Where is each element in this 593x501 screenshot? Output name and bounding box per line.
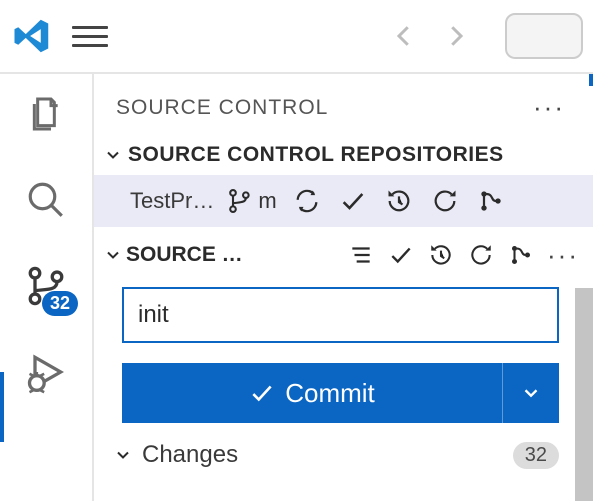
panel-title: SOURCE CONTROL: [116, 96, 527, 120]
refresh-icon[interactable]: [461, 235, 501, 275]
changes-label: Changes: [142, 441, 505, 469]
branch-label: m: [258, 188, 276, 214]
changes-count-badge: 32: [513, 442, 559, 469]
repo-row[interactable]: TestPr… m: [94, 175, 593, 227]
check-icon[interactable]: [381, 235, 421, 275]
refresh-icon[interactable]: [425, 181, 465, 221]
branch-icon[interactable]: [220, 181, 260, 221]
sc-more-icon[interactable]: ···: [541, 240, 585, 271]
history-icon[interactable]: [421, 235, 461, 275]
sc-section-title: SOURCE …: [126, 243, 243, 267]
graph-icon[interactable]: [471, 181, 511, 221]
chevron-down-icon: [102, 244, 124, 266]
search-activity[interactable]: [22, 176, 70, 224]
commit-area: Commit: [94, 283, 593, 423]
sc-section-header[interactable]: SOURCE … ···: [94, 227, 593, 283]
panel-header: SOURCE CONTROL ···: [94, 74, 593, 135]
active-indicator: [0, 372, 4, 442]
panel-more-icon[interactable]: ···: [527, 92, 571, 123]
source-control-panel: SOURCE CONTROL ··· SOURCE CONTROL REPOSI…: [94, 74, 593, 501]
commit-dropdown-button[interactable]: [503, 363, 559, 423]
vscode-logo-icon: [10, 14, 54, 58]
command-center-search[interactable]: [505, 13, 583, 59]
check-icon[interactable]: [333, 181, 373, 221]
activity-bar: 32: [0, 74, 94, 501]
tree-view-icon[interactable]: [341, 235, 381, 275]
chevron-down-icon: [102, 144, 124, 166]
sync-icon[interactable]: [287, 181, 327, 221]
repos-section-header[interactable]: SOURCE CONTROL REPOSITORIES: [94, 135, 593, 175]
graph-icon[interactable]: [501, 235, 541, 275]
chevron-down-icon: [112, 444, 134, 466]
commit-button[interactable]: Commit: [122, 363, 503, 423]
explorer-activity[interactable]: [22, 90, 70, 138]
scm-badge: 32: [42, 291, 78, 316]
repos-section-title: SOURCE CONTROL REPOSITORIES: [128, 143, 504, 167]
menu-hamburger-icon[interactable]: [72, 18, 108, 54]
repo-name: TestPr…: [130, 188, 214, 214]
run-debug-activity[interactable]: [22, 348, 70, 396]
commit-button-label: Commit: [285, 378, 375, 409]
history-icon[interactable]: [379, 181, 419, 221]
title-bar: [0, 0, 593, 74]
source-control-activity[interactable]: 32: [22, 262, 70, 310]
nav-forward-button[interactable]: [439, 19, 473, 53]
panel-scrollbar[interactable]: [575, 288, 593, 501]
changes-section-header[interactable]: Changes 32: [94, 423, 593, 469]
commit-message-input[interactable]: [122, 287, 559, 343]
nav-back-button[interactable]: [387, 19, 421, 53]
